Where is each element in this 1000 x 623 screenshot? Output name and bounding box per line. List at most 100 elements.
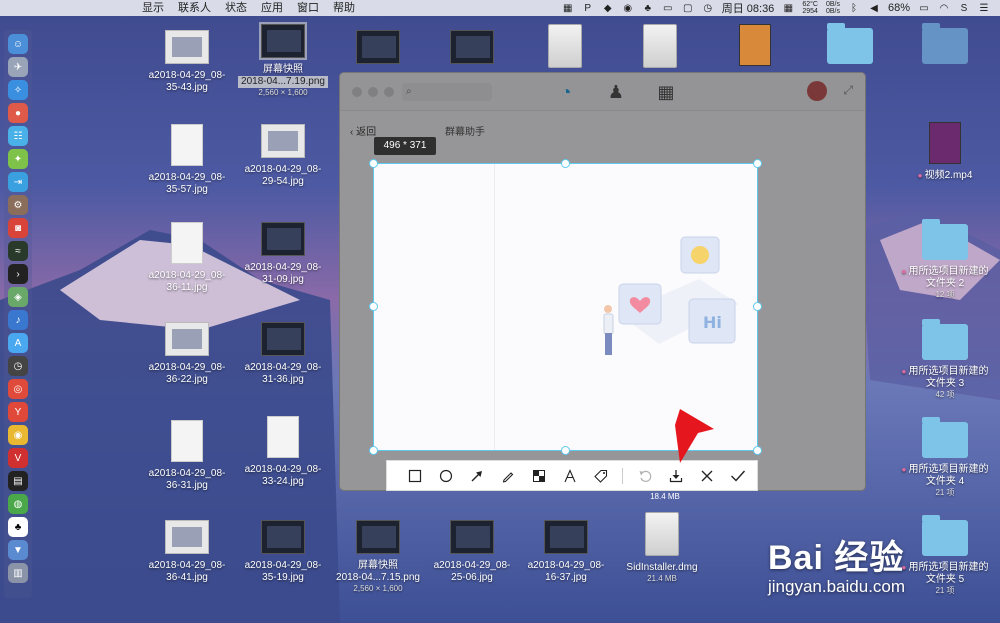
menu-view[interactable]: 显示 bbox=[142, 0, 164, 16]
app-red-icon[interactable]: ◙ bbox=[8, 218, 28, 238]
wifi-icon[interactable]: ◠ bbox=[938, 3, 950, 14]
desktop-file[interactable]: 视频2.mp4 bbox=[900, 122, 990, 182]
activity-monitor-icon[interactable]: ≈ bbox=[8, 241, 28, 261]
vivaldi-icon[interactable]: V bbox=[8, 448, 28, 468]
desktop-file[interactable]: SidInstaller.dmg 21.4 MB bbox=[617, 512, 707, 584]
android-icon[interactable]: ✦ bbox=[8, 149, 28, 169]
eye-icon[interactable]: ◉ bbox=[622, 3, 634, 14]
downloads-icon[interactable]: ▼ bbox=[8, 540, 28, 560]
console-icon[interactable]: ▤ bbox=[8, 471, 28, 491]
rectangle-tool[interactable] bbox=[399, 460, 430, 491]
p-app-icon[interactable]: P bbox=[582, 3, 594, 14]
photo-booth-icon[interactable]: ● bbox=[8, 103, 28, 123]
contacts-icon[interactable]: ☷ bbox=[8, 126, 28, 146]
yandex-icon[interactable]: Y bbox=[8, 402, 28, 422]
drop-icon[interactable]: ◆ bbox=[602, 3, 614, 14]
resize-handle-sw[interactable] bbox=[369, 446, 378, 455]
qq-icon[interactable]: ♣ bbox=[8, 517, 28, 537]
undo-tool[interactable] bbox=[629, 460, 660, 491]
desktop-file[interactable] bbox=[520, 24, 610, 74]
desktop-file[interactable]: a2018-04-29_08-31-09.jpg bbox=[238, 222, 328, 286]
maps-icon[interactable]: ◈ bbox=[8, 287, 28, 307]
time-machine-icon[interactable]: ◷ bbox=[8, 356, 28, 376]
resize-handle-nw[interactable] bbox=[369, 159, 378, 168]
arrow-tool[interactable] bbox=[461, 460, 492, 491]
app-grid-icon[interactable]: ▦ bbox=[562, 3, 574, 14]
desktop-folder[interactable] bbox=[900, 23, 990, 70]
netease-music-icon[interactable]: ◎ bbox=[8, 379, 28, 399]
tag-tool[interactable] bbox=[585, 460, 616, 491]
resize-handle-s[interactable] bbox=[561, 446, 570, 455]
desktop-file[interactable] bbox=[710, 24, 800, 72]
desktop-folder[interactable] bbox=[805, 23, 895, 70]
menu-list-icon[interactable]: ☰ bbox=[978, 3, 990, 14]
battery-percent[interactable]: 68% bbox=[888, 2, 910, 14]
clock-icon[interactable]: ◷ bbox=[702, 3, 714, 14]
desktop-file[interactable]: a2018-04-29_08-35-43.jpg bbox=[142, 30, 232, 94]
app-store-icon[interactable]: A bbox=[8, 333, 28, 353]
menu-contacts[interactable]: 联系人 bbox=[178, 0, 211, 16]
desktop-file[interactable]: 屏幕快照 2018-04...7.15.png 2,560 × 1,600 bbox=[333, 520, 423, 594]
menu-apps[interactable]: 应用 bbox=[261, 0, 283, 16]
desktop-folder[interactable]: 用所选项目新建的文件夹 4 21 项 bbox=[900, 417, 990, 498]
chrome-icon[interactable]: ◉ bbox=[8, 425, 28, 445]
pen-tool[interactable] bbox=[492, 460, 523, 491]
desktop-file[interactable] bbox=[615, 24, 705, 74]
file-name: a2018-04-29_08-35-19.jpg bbox=[244, 560, 322, 583]
bluetooth-icon[interactable]: ᛒ bbox=[848, 3, 860, 14]
folder-icon bbox=[922, 417, 968, 458]
mic-icon[interactable]: ♪ bbox=[8, 310, 28, 330]
desktop-file[interactable]: a2018-04-29_08-33-24.jpg bbox=[238, 416, 328, 488]
file-thumbnail bbox=[645, 512, 679, 556]
desktop-file[interactable]: a2018-04-29_08-16-37.jpg bbox=[521, 520, 611, 584]
red-arrow-shape bbox=[675, 409, 714, 463]
finder-icon[interactable]: ☺ bbox=[8, 34, 28, 54]
resize-handle-ne[interactable] bbox=[753, 159, 762, 168]
terminal-icon[interactable]: › bbox=[8, 264, 28, 284]
file-name: a2018-04-29_08-25-06.jpg bbox=[433, 560, 511, 583]
wechat-icon[interactable]: ◍ bbox=[8, 494, 28, 514]
transfer-icon[interactable]: ⇥ bbox=[8, 172, 28, 192]
desktop-file[interactable] bbox=[333, 30, 423, 70]
desktop-file-selected[interactable]: 屏幕快照 2018-04...7.19.png 2,560 × 1,600 bbox=[238, 22, 328, 98]
desktop-file[interactable]: a2018-04-29_08-29-54.jpg bbox=[238, 124, 328, 188]
resize-handle-n[interactable] bbox=[561, 159, 570, 168]
desktop-file[interactable]: a2018-04-29_08-35-57.jpg bbox=[142, 124, 232, 196]
menu-help[interactable]: 帮助 bbox=[333, 0, 355, 16]
desktop-file[interactable]: a2018-04-29_08-25-06.jpg bbox=[427, 520, 517, 584]
cpu-stats[interactable]: 62°C 2954 bbox=[802, 1, 818, 15]
system-prefs-icon[interactable]: ⚙ bbox=[8, 195, 28, 215]
display-icon[interactable]: ▭ bbox=[662, 3, 674, 14]
resize-handle-w[interactable] bbox=[369, 302, 378, 311]
desktop-folder[interactable]: 用所选项目新建的文件夹 2 12 项 bbox=[900, 219, 990, 300]
desktop-file[interactable] bbox=[427, 30, 517, 70]
desktop-file[interactable]: a2018-04-29_08-36-22.jpg bbox=[142, 322, 232, 386]
clock[interactable]: 周日 08:36 bbox=[722, 0, 775, 16]
battery-icon[interactable]: ▭ bbox=[918, 3, 930, 14]
confirm-tool[interactable] bbox=[722, 460, 753, 491]
menu-status[interactable]: 状态 bbox=[225, 0, 247, 16]
desktop-file[interactable]: a2018-04-29_08-36-11.jpg bbox=[142, 222, 232, 294]
desktop-file[interactable]: a2018-04-29_08-35-19.jpg bbox=[238, 520, 328, 584]
desktop-folder[interactable]: 用所选项目新建的文件夹 3 42 项 bbox=[900, 319, 990, 400]
safari-icon[interactable]: ✧ bbox=[8, 80, 28, 100]
desktop-folder[interactable]: 用所选项目新建的文件夹 5 21 项 bbox=[900, 515, 990, 596]
s-app-icon[interactable]: S bbox=[958, 3, 970, 14]
ellipse-tool[interactable] bbox=[430, 460, 461, 491]
grid-icon[interactable]: ▦ bbox=[782, 3, 794, 14]
menu-window[interactable]: 窗口 bbox=[297, 0, 319, 16]
desktop-file[interactable]: a2018-04-29_08-36-41.jpg bbox=[142, 520, 232, 584]
desktop-file[interactable]: a2018-04-29_08-36-31.jpg bbox=[142, 420, 232, 492]
launchpad-icon[interactable]: ✈ bbox=[8, 57, 28, 77]
penguin-icon[interactable]: ♣ bbox=[642, 3, 654, 14]
resize-handle-se[interactable] bbox=[753, 446, 762, 455]
desktop-file[interactable]: a2018-04-29_08-31-36.jpg bbox=[238, 322, 328, 386]
mosaic-tool[interactable] bbox=[523, 460, 554, 491]
text-tool[interactable] bbox=[554, 460, 585, 491]
message-icon[interactable]: ▢ bbox=[682, 3, 694, 14]
folder-name: 用所选项目新建的文件夹 5 bbox=[900, 562, 990, 586]
net-stats[interactable]: 0B/s 0B/s bbox=[826, 1, 840, 15]
trash-icon[interactable]: ▥ bbox=[8, 563, 28, 583]
resize-handle-e[interactable] bbox=[753, 302, 762, 311]
volume-icon[interactable]: ◀ bbox=[868, 3, 880, 14]
